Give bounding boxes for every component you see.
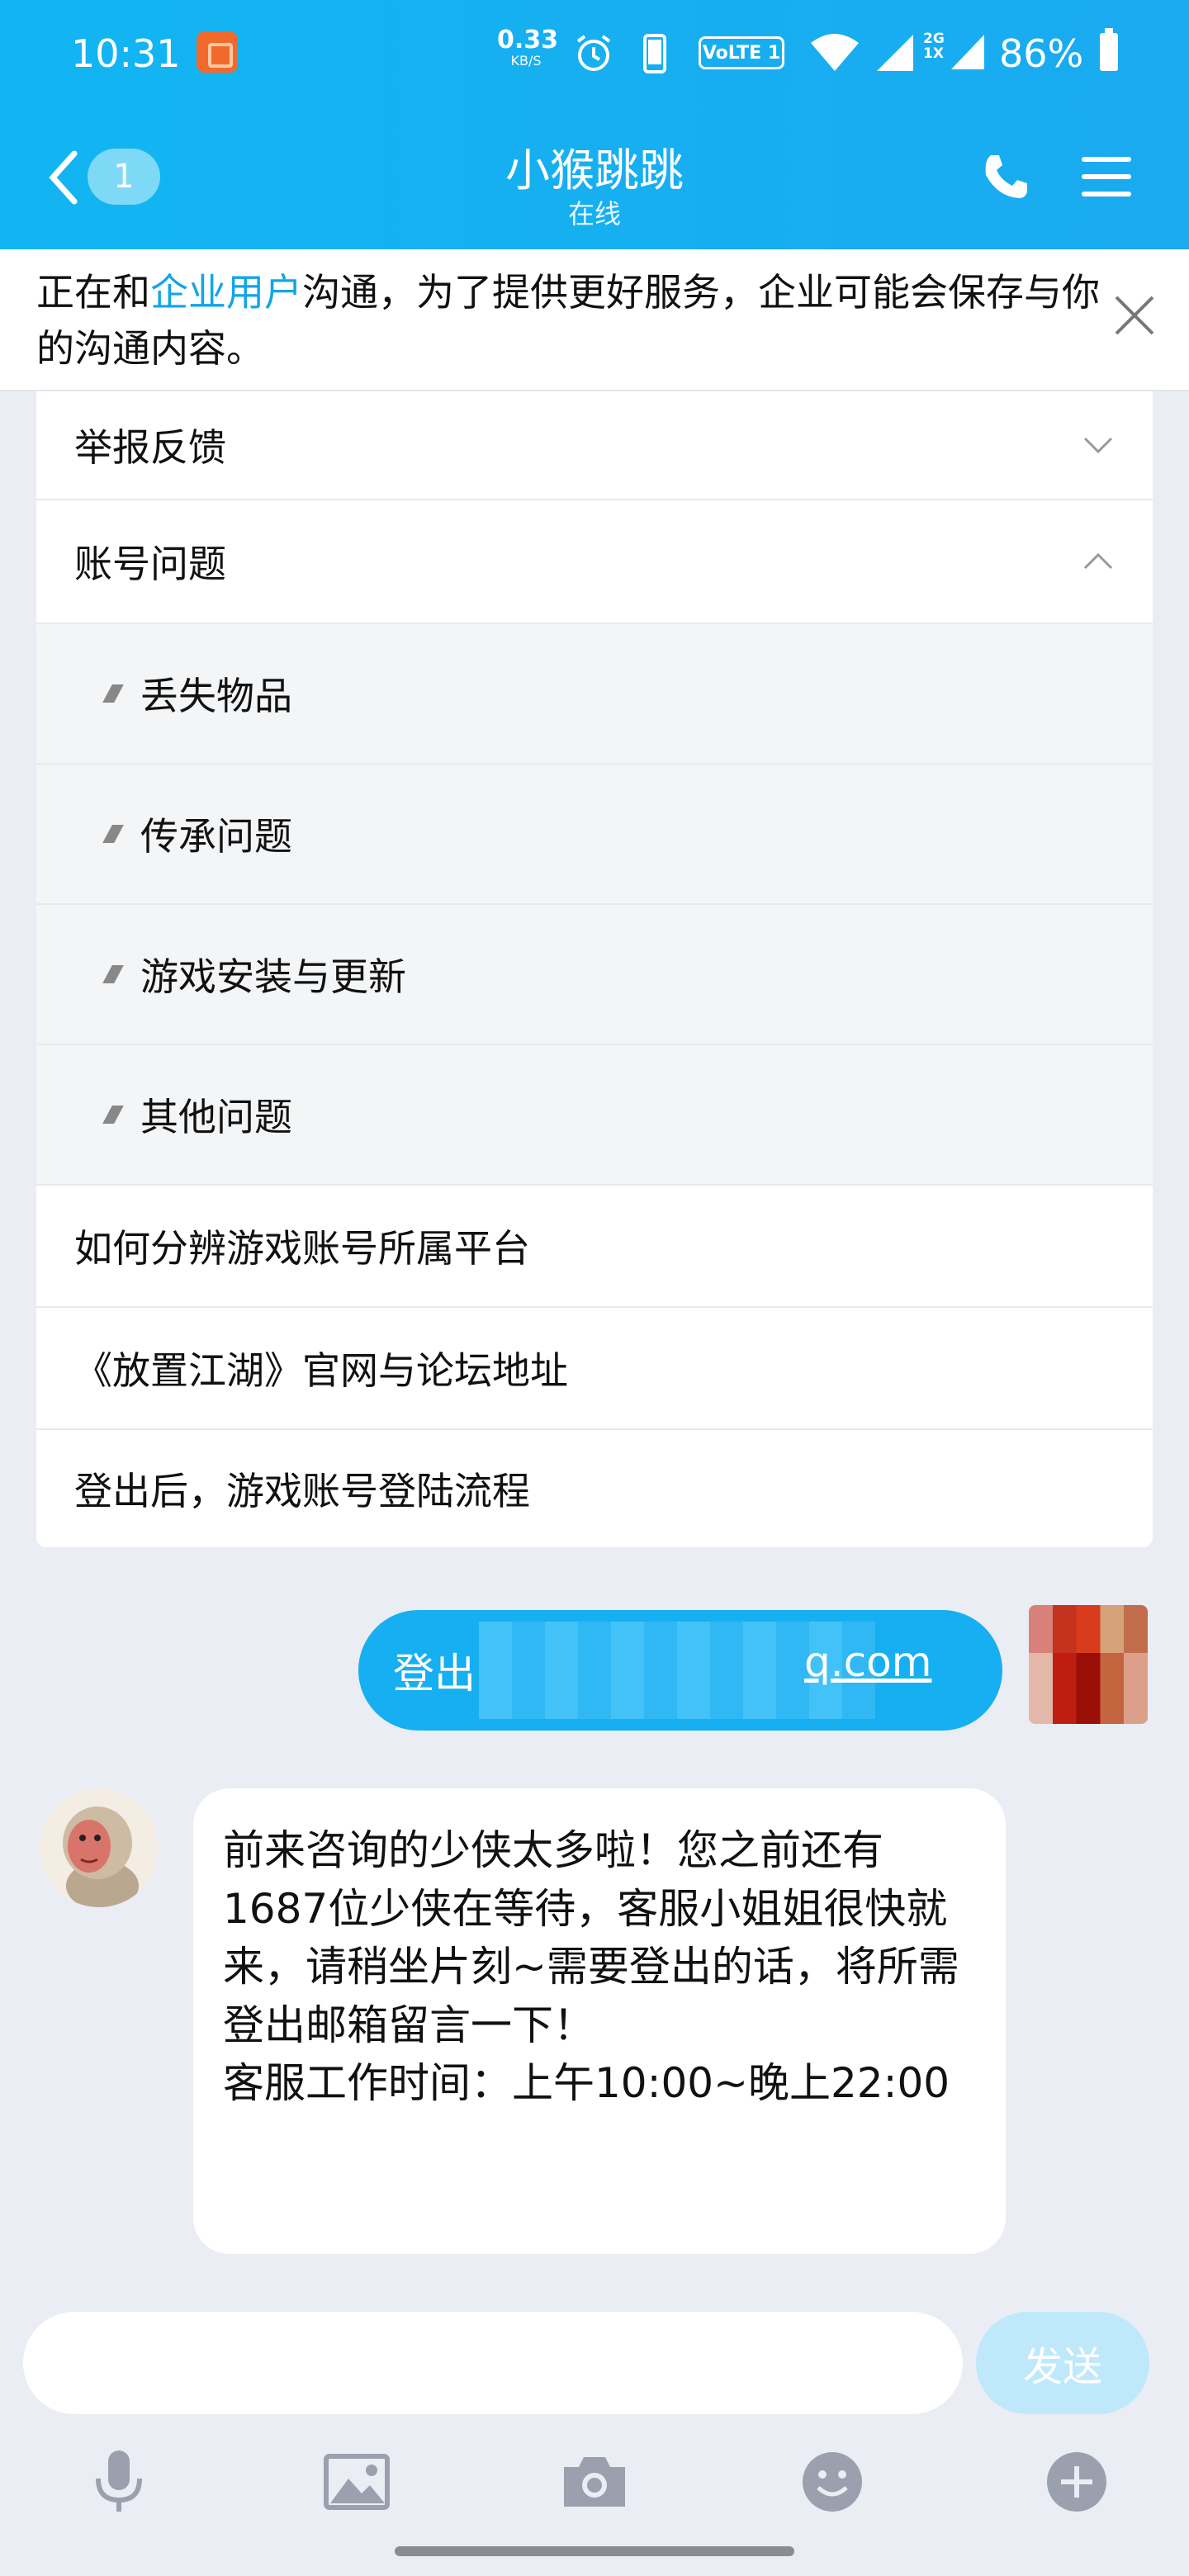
- faq-item-label: 其他问题: [140, 1095, 292, 1139]
- secondary-network-label: 2G 1X: [923, 31, 945, 61]
- faq-item-label: 登出后，游戏账号登陆流程: [74, 1469, 530, 1513]
- sent-message-suffix: q.com: [804, 1638, 932, 1686]
- menu-icon[interactable]: [1080, 154, 1133, 200]
- faq-item-account-issues[interactable]: 账号问题: [36, 500, 1153, 624]
- faq-item-login-flow[interactable]: 登出后，游戏账号登陆流程: [36, 1430, 1153, 1547]
- status-time: 10:31: [71, 31, 181, 76]
- camera-icon[interactable]: [555, 2442, 634, 2522]
- network-2g-label: 2G: [923, 31, 945, 47]
- faq-item-label: 账号问题: [74, 542, 226, 586]
- close-icon[interactable]: [1111, 292, 1158, 339]
- bullet-icon: [102, 1106, 124, 1124]
- battery-percentage: 86%: [999, 31, 1084, 76]
- user-avatar[interactable]: [1029, 1605, 1148, 1724]
- network-speed-unit: KB/S: [510, 53, 542, 69]
- faq-item-report-feedback[interactable]: 举报反馈: [36, 391, 1153, 500]
- status-bar: 10:31 0.33 KB/S VoLTE 1 2G 1X 86%: [0, 0, 1189, 107]
- chat-header: 10:31 0.33 KB/S VoLTE 1 2G 1X 86% 1 小猴跳跳…: [0, 0, 1189, 249]
- send-button[interactable]: 发送: [976, 2312, 1149, 2414]
- battery-icon: [1100, 28, 1118, 71]
- emoji-icon[interactable]: [793, 2442, 872, 2522]
- faq-item-label: 《放置江湖》官网与论坛地址: [74, 1348, 568, 1393]
- signal-secondary-icon: [951, 35, 984, 69]
- privacy-notice-text: 正在和企业用户沟通，为了提供更好服务，企业可能会保存与你的沟通内容。: [36, 264, 1110, 376]
- enterprise-user-link[interactable]: 企业用户: [150, 270, 302, 315]
- monkey-avatar-icon: [40, 1788, 159, 1907]
- wifi-icon: [811, 34, 859, 71]
- sent-message-prefix: 登出: [393, 1650, 476, 1698]
- bot-message-bubble[interactable]: 前来咨询的少侠太多啦！您之前还有1687位少侠在等待，客服小姐姐很快就来，请稍坐…: [193, 1788, 1006, 2254]
- faq-item-label: 如何分辨游戏账号所属平台: [74, 1226, 530, 1271]
- faq-subitem-inheritance[interactable]: 传承问题: [36, 765, 1153, 905]
- faq-item-label: 游戏安装与更新: [140, 954, 406, 999]
- sent-message-bubble[interactable]: 登出 q.com: [358, 1610, 1002, 1731]
- image-icon[interactable]: [317, 2442, 396, 2522]
- faq-item-official-site[interactable]: 《放置江湖》官网与论坛地址: [36, 1308, 1153, 1430]
- volte-indicator: VoLTE 1: [699, 36, 784, 69]
- faq-item-label: 丢失物品: [140, 674, 292, 718]
- faq-item-platform[interactable]: 如何分辨游戏账号所属平台: [36, 1186, 1153, 1308]
- phone-device-icon: [643, 34, 666, 73]
- bullet-icon: [102, 965, 124, 983]
- phone-call-icon[interactable]: [979, 150, 1032, 203]
- plus-icon[interactable]: [1037, 2442, 1116, 2522]
- faq-subitem-lost-items[interactable]: 丢失物品: [36, 624, 1153, 765]
- bot-avatar[interactable]: [40, 1788, 159, 1907]
- bullet-icon: [102, 684, 124, 703]
- app-notification-icon: [197, 31, 238, 73]
- home-indicator[interactable]: [395, 2546, 794, 2556]
- chevron-down-icon: [1083, 437, 1113, 454]
- chevron-up-icon: [1083, 552, 1113, 570]
- faq-subitem-install-update[interactable]: 游戏安装与更新: [36, 905, 1153, 1045]
- faq-menu: 举报反馈 账号问题 丢失物品 传承问题 游戏安装与更新 其他问题 如何分辨游戏账…: [36, 391, 1153, 1547]
- faq-item-label: 举报反馈: [74, 425, 226, 470]
- microphone-icon[interactable]: [79, 2442, 159, 2522]
- message-input[interactable]: [23, 2312, 963, 2414]
- faq-subitem-other[interactable]: 其他问题: [36, 1045, 1153, 1186]
- network-1x-label: 1X: [923, 45, 944, 62]
- privacy-notice: 正在和企业用户沟通，为了提供更好服务，企业可能会保存与你的沟通内容。: [0, 249, 1189, 391]
- network-speed-value: 0.33: [497, 26, 559, 54]
- notice-prefix: 正在和: [36, 270, 150, 315]
- alarm-icon: [576, 35, 611, 71]
- signal-icon: [877, 35, 913, 71]
- faq-item-label: 传承问题: [140, 814, 292, 859]
- network-speed: 0.33 KB/S: [497, 26, 559, 69]
- bullet-icon: [102, 825, 124, 843]
